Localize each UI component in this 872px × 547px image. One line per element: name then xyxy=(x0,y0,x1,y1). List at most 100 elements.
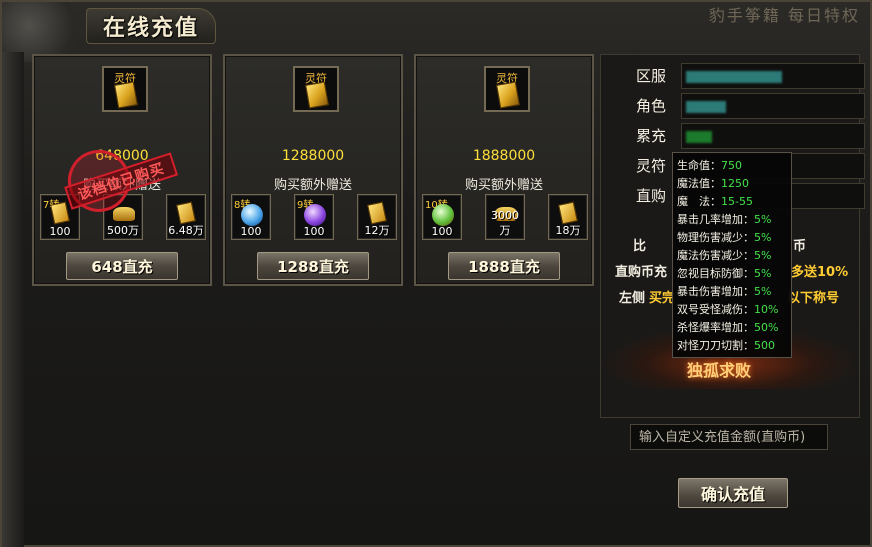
talisman-icon-box: 灵符 xyxy=(102,66,148,112)
reward-slot[interactable]: 7转 100 xyxy=(40,194,80,240)
redacted-value xyxy=(686,101,726,113)
tooltip-row: 魔法伤害减少：5% xyxy=(677,247,787,265)
title-attributes-tooltip: 生命值：750 魔法值：1250 魔 法：15-55 暴击几率增加：5% 物理伤… xyxy=(672,152,792,358)
blue-orb-icon xyxy=(241,204,263,226)
buy-648-button[interactable]: 648直充 xyxy=(66,252,178,280)
slot-qty: 100 xyxy=(240,225,262,238)
tooltip-row: 暴击几率增加：5% xyxy=(677,211,787,229)
reward-slot[interactable]: 12万 xyxy=(357,194,397,240)
gold-ingot-icon xyxy=(113,207,135,221)
slot-qty: 6.48万 xyxy=(168,224,204,237)
tooltip-row: 对怪刀刀切割：500 xyxy=(677,337,787,355)
reward-slot[interactable]: 500万 xyxy=(103,194,143,240)
tooltip-key: 暴击几率增加： xyxy=(677,213,754,226)
tooltip-value: 10% xyxy=(754,303,779,316)
tooltip-value: 5% xyxy=(754,285,772,298)
tooltip-value: 1250 xyxy=(721,177,749,190)
promo-line-3-tail: 以下称号 xyxy=(787,291,840,306)
confirm-recharge-button[interactable]: 确认充值 xyxy=(678,478,788,508)
promo-line-1-tail: 币 xyxy=(793,239,807,254)
slot-qty: 100 xyxy=(303,225,325,238)
recharge-card-648: 灵符 648000 购买额外赠送 7转 100 500万 6.48万 该档位已购… xyxy=(32,54,212,286)
reward-slot[interactable]: 8转 100 xyxy=(231,194,271,240)
tooltip-value: 500 xyxy=(754,339,775,352)
talisman-icon xyxy=(558,201,578,225)
reward-slot[interactable]: 3000万 xyxy=(485,194,525,240)
buy-1288-button[interactable]: 1288直充 xyxy=(257,252,369,280)
server-label: 区服 xyxy=(635,67,666,85)
tooltip-row: 忽视目标防御：5% xyxy=(677,265,787,283)
tooltip-value: 5% xyxy=(754,267,772,280)
tooltip-value: 5% xyxy=(754,213,772,226)
redacted-value xyxy=(686,131,712,143)
server-row: 区服 xyxy=(621,63,865,89)
recharge-card-1288: 灵符 1288000 购买额外赠送 8转 100 9转 100 12万 1288… xyxy=(223,54,403,286)
total-recharge-row: 累充 xyxy=(621,123,865,149)
talisman-icon-box: 灵符 xyxy=(293,66,339,112)
reward-slots: 7转 100 500万 6.48万 xyxy=(40,194,206,240)
reward-slot[interactable]: 6.48万 xyxy=(166,194,206,240)
talisman-icon xyxy=(305,81,329,109)
recharge-window: 豹手筝籍 每日特权 在线充值 灵符 648000 购买额外赠送 7转 100 5… xyxy=(0,0,872,547)
total-recharge-value xyxy=(681,123,865,149)
tooltip-row: 魔 法：15-55 xyxy=(677,193,787,211)
redacted-value xyxy=(686,71,782,83)
promo-line-1-head: 比 xyxy=(633,239,647,254)
tooltip-key: 杀怪爆率增加： xyxy=(677,321,754,334)
reward-slot[interactable]: 18万 xyxy=(548,194,588,240)
tooltip-row: 暴击伤害增加：5% xyxy=(677,283,787,301)
tooltip-value: 750 xyxy=(721,159,742,172)
tooltip-row: 魔法值：1250 xyxy=(677,175,787,193)
reward-slot[interactable]: 10转 100 xyxy=(422,194,462,240)
tooltip-key: 物理伤害减少： xyxy=(677,231,754,244)
recharge-card-1888: 灵符 1888000 购买额外赠送 10转 100 3000万 18万 1888… xyxy=(414,54,594,286)
slot-qty: 100 xyxy=(431,225,453,238)
talisman-amount: 1288000 xyxy=(281,148,345,164)
tooltip-key: 魔法伤害减少： xyxy=(677,249,754,262)
window-left-border xyxy=(2,52,24,547)
tooltip-key: 对怪刀刀切割： xyxy=(677,339,754,352)
tooltip-value: 5% xyxy=(754,231,772,244)
title-name: 独孤求败 xyxy=(687,361,752,380)
role-row: 角色 xyxy=(621,93,865,119)
tooltip-row: 双号受怪减伤：10% xyxy=(677,301,787,319)
custom-amount-input[interactable] xyxy=(630,424,828,450)
tooltip-value: 15-55 xyxy=(721,195,753,208)
green-orb-icon xyxy=(432,204,454,226)
tooltip-row: 杀怪爆率增加：50% xyxy=(677,319,787,337)
reward-slots: 8转 100 9转 100 12万 xyxy=(231,194,397,240)
slot-qty: 18万 xyxy=(555,224,581,237)
slot-qty: 500万 xyxy=(107,224,139,237)
slot-qty: 100 xyxy=(49,225,71,238)
tooltip-key: 魔法值： xyxy=(677,177,721,190)
talisman-icon-box: 灵符 xyxy=(484,66,530,112)
promo-line-2-head: 直购币充 xyxy=(615,265,668,280)
talisman-amount: 648000 xyxy=(95,148,149,164)
server-value xyxy=(681,63,865,89)
gold-item-icon xyxy=(50,201,70,225)
tooltip-value: 50% xyxy=(754,321,779,334)
role-value xyxy=(681,93,865,119)
talisman-icon xyxy=(496,81,520,109)
page-title: 在线充值 xyxy=(86,8,216,44)
buy-1888-button[interactable]: 1888直充 xyxy=(448,252,560,280)
talisman-amount: 1888000 xyxy=(472,148,536,164)
reward-slot[interactable]: 9转 100 xyxy=(294,194,334,240)
slot-qty: 12万 xyxy=(364,224,390,237)
tooltip-value: 5% xyxy=(754,249,772,262)
total-recharge-label: 累充 xyxy=(635,127,666,145)
tooltip-key: 双号受怪减伤： xyxy=(677,303,754,316)
talisman-icon xyxy=(367,201,387,225)
reward-slots: 10转 100 3000万 18万 xyxy=(422,194,588,240)
promo-line-2-tail: 多送10% xyxy=(791,265,849,280)
tooltip-key: 暴击伤害增加： xyxy=(677,285,754,298)
slot-qty: 3000万 xyxy=(491,209,519,237)
tooltip-row: 物理伤害减少：5% xyxy=(677,229,787,247)
tooltip-key: 生命值： xyxy=(677,159,721,172)
tooltip-key: 忽视目标防御： xyxy=(677,267,754,280)
bonus-label: 购买额外赠送 xyxy=(82,178,161,193)
purple-orb-icon xyxy=(304,204,326,226)
background-menu-text: 豹手筝籍 每日特权 xyxy=(708,6,860,25)
tooltip-key: 魔 法： xyxy=(677,195,721,208)
talisman-icon xyxy=(114,81,138,109)
